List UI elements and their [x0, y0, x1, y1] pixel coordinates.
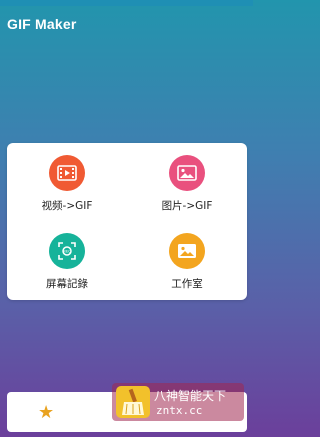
watermark-title: 八神智能天下 — [154, 389, 227, 403]
watermark-url: zntx.cc — [156, 404, 203, 417]
video-to-gif-label: 视频->GIF — [41, 200, 93, 212]
svg-text:REC: REC — [63, 250, 71, 254]
picture-icon — [169, 155, 205, 191]
screen-record-button[interactable]: REC 屏幕記錄 — [7, 221, 127, 299]
star-icon[interactable]: ★ — [38, 402, 54, 423]
studio-label: 工作室 — [171, 278, 203, 290]
watermark: 八神智能天下 zntx.cc — [112, 383, 244, 421]
app-title: GIF Maker — [7, 16, 77, 32]
video-to-gif-button[interactable]: 视频->GIF — [7, 143, 127, 221]
gallery-icon — [169, 233, 205, 269]
status-bar — [0, 0, 253, 6]
image-to-gif-button[interactable]: 图片->GIF — [127, 143, 247, 221]
screen-record-icon: REC — [49, 233, 85, 269]
image-to-gif-label: 图片->GIF — [161, 200, 213, 212]
video-film-icon — [49, 155, 85, 191]
broom-icon — [116, 386, 150, 418]
studio-button[interactable]: 工作室 — [127, 221, 247, 299]
screen-record-label: 屏幕記錄 — [46, 278, 88, 290]
menu-card: 视频->GIF 图片->GIF REC 屏幕記錄 工作室 — [7, 143, 247, 300]
